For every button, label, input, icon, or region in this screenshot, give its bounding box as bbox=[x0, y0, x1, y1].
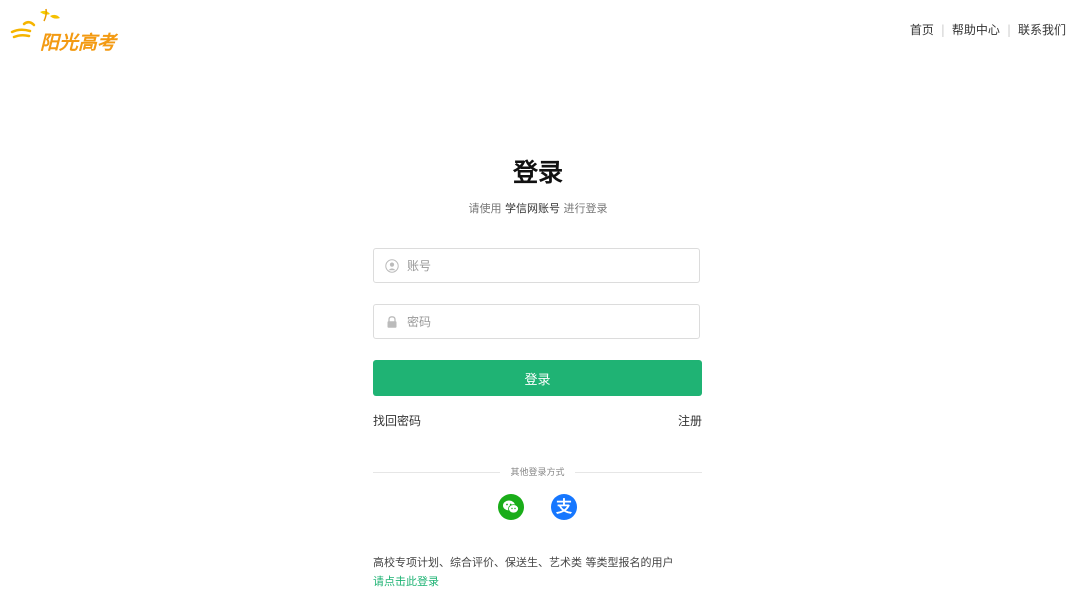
site-logo[interactable]: 阳光高考 bbox=[10, 6, 120, 54]
alipay-icon: 支 bbox=[555, 497, 572, 516]
username-field[interactable] bbox=[373, 248, 700, 283]
subtitle-suffix: 进行登录 bbox=[560, 202, 608, 215]
username-input[interactable] bbox=[407, 258, 687, 273]
lock-icon bbox=[385, 315, 399, 329]
login-subtitle: 请使用 学信网账号 进行登录 bbox=[0, 200, 1076, 216]
nav-home-link[interactable]: 首页 bbox=[910, 21, 934, 38]
divider-left bbox=[373, 472, 500, 473]
user-icon bbox=[385, 258, 399, 273]
page-title: 登录 bbox=[512, 158, 563, 187]
nav-separator: | bbox=[1006, 22, 1011, 37]
password-field[interactable] bbox=[373, 304, 700, 339]
subtitle-prefix: 请使用 bbox=[468, 202, 505, 215]
special-login-link[interactable]: 请点击此登录 bbox=[373, 573, 439, 589]
login-button[interactable]: 登录 bbox=[373, 360, 702, 396]
alipay-login-button[interactable]: 支 bbox=[551, 494, 577, 520]
nav-separator: | bbox=[940, 22, 945, 37]
forgot-password-link[interactable]: 找回密码 bbox=[373, 412, 421, 429]
divider-right bbox=[575, 472, 702, 473]
special-registration-notice: 高校专项计划、综合评价、保送生、艺术类 等类型报名的用户 bbox=[373, 556, 674, 569]
password-input[interactable] bbox=[407, 314, 687, 329]
subtitle-account-name: 学信网账号 bbox=[505, 202, 560, 215]
nav-contact-link[interactable]: 联系我们 bbox=[1018, 21, 1066, 38]
top-nav: 首页 | 帮助中心 | 联系我们 bbox=[910, 21, 1066, 38]
login-page: 阳光高考 首页 | 帮助中心 | 联系我们 登录 请使用 学信网账号 进行登录 bbox=[0, 0, 1080, 614]
register-link[interactable]: 注册 bbox=[678, 412, 702, 429]
logo-text: 阳光高考 bbox=[40, 32, 117, 54]
other-login-methods-label: 其他登录方式 bbox=[510, 468, 565, 478]
nav-help-link[interactable]: 帮助中心 bbox=[952, 21, 1000, 38]
wechat-icon bbox=[503, 500, 519, 514]
wechat-login-button[interactable] bbox=[498, 494, 524, 520]
